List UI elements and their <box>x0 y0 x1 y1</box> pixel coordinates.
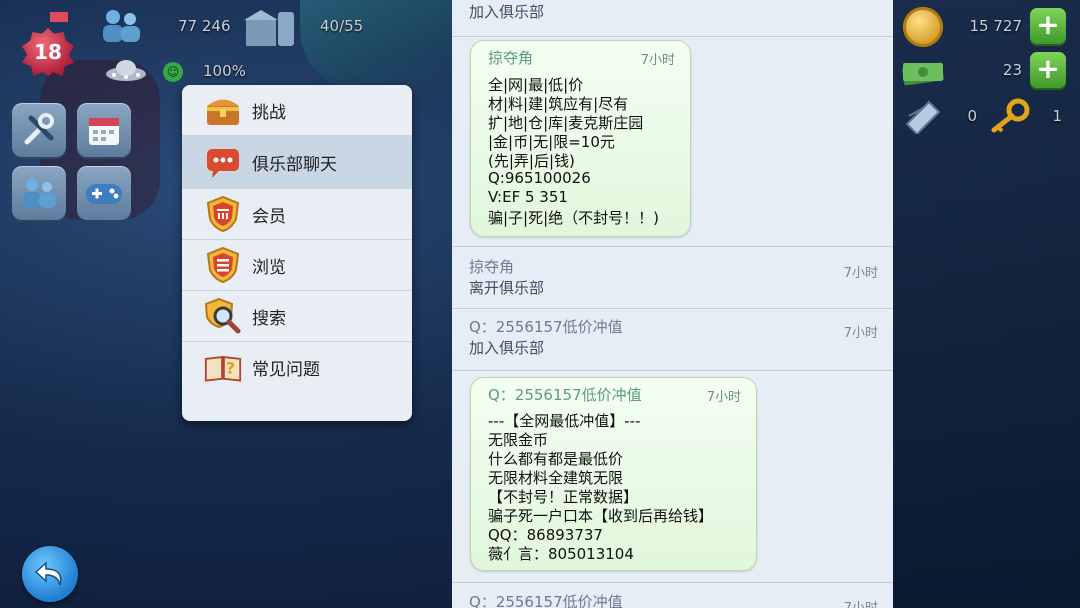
message-line: 无限金币 <box>488 431 549 449</box>
message-line: QQ：86893737 <box>488 526 603 544</box>
menu-item-search[interactable]: 搜索 <box>182 291 412 342</box>
chat-bubble: Q：2556157低价冲值 7小时 ---【全网最低冲值】--- 无限金币 什么… <box>470 377 757 571</box>
happiness-icon: ☺ <box>163 62 183 82</box>
storage-value: 40/55 <box>320 17 364 35</box>
key-icon <box>991 98 1030 133</box>
message-line: V:EF 5 351 <box>488 188 568 206</box>
ufo-icon <box>106 60 146 81</box>
svg-text:?: ? <box>226 358 235 377</box>
browse-shield-icon <box>204 246 242 284</box>
population-value: 77 246 <box>178 17 231 35</box>
message-line: 骗|子|死|绝（不封号！！) <box>488 209 660 227</box>
wrench-icon <box>24 113 54 145</box>
message-time: 7小时 <box>843 326 878 341</box>
menu-item-label: 会员 <box>252 206 286 227</box>
faq-book-icon: ? <box>204 348 242 386</box>
message-line: 无限材料全建筑无限 <box>488 469 624 487</box>
back-button[interactable] <box>22 546 78 602</box>
message-line: 什么都有都是最低价 <box>488 450 624 468</box>
menu-item-faq[interactable]: ? 常见问题 <box>182 342 412 392</box>
population-icon <box>103 10 140 42</box>
coins-value: 15 727 <box>969 17 1023 35</box>
happiness-value: 100% <box>203 62 246 80</box>
message-line: |金|币|无|限=10元 <box>488 133 615 151</box>
level-value: 18 <box>34 40 62 64</box>
chat-bubble: 掠夺角 7小时 全|网|最|低|价 材|料|建|筑应有|尽有 扩|地|仓|库|麦… <box>470 40 691 237</box>
message-line: Q:965100026 <box>488 169 591 187</box>
sender-name: Q：2556157低价冲值 <box>469 593 623 608</box>
system-message: 加入俱乐部 <box>469 3 545 21</box>
treasure-chest-icon <box>204 91 242 129</box>
keys-value: 1 <box>1052 107 1062 125</box>
calendar-button[interactable] <box>77 103 131 157</box>
chat-panel[interactable]: 加入俱乐部 掠夺角 7小时 全|网|最|低|价 材|料|建|筑应有|尽有 扩|地… <box>452 0 893 608</box>
chat-bubble-icon <box>204 143 242 181</box>
message-line: ---【全网最低冲值】--- <box>488 412 641 430</box>
chat-system-row: Q：2556157低价冲值 7小时 <box>452 582 893 608</box>
friends-icon <box>23 179 56 208</box>
member-shield-icon <box>204 195 242 233</box>
message-line: 扩|地|仓|库|麦克斯庄园 <box>488 114 644 132</box>
message-line: (先|弄|后|钱) <box>488 152 575 170</box>
chat-system-row: 掠夺角 7小时 离开俱乐部 <box>452 246 893 309</box>
menu-item-challenge[interactable]: 挑战 <box>182 85 412 136</box>
message-line: 薇亻言：805013104 <box>488 545 634 563</box>
search-icon <box>204 297 242 335</box>
storage-icon <box>244 10 294 46</box>
tickets-value: 0 <box>967 107 977 125</box>
message-time: 7小时 <box>844 597 878 608</box>
message-time: 7小时 <box>843 266 878 281</box>
message-line: 【不封号！正常数据】 <box>488 488 639 506</box>
calendar-icon <box>89 118 119 145</box>
city-background <box>300 0 460 90</box>
message-line: 骗子死一户口本【收到后再给钱】 <box>488 507 714 525</box>
message-time: 7小时 <box>706 390 741 405</box>
coin-icon <box>903 7 943 47</box>
tools-button[interactable] <box>12 103 66 157</box>
right-background <box>893 0 1080 608</box>
message-line: 材|料|建|筑应有|尽有 <box>488 95 629 113</box>
sender-name: 掠夺角 <box>469 258 515 276</box>
sender-name: 掠夺角 <box>488 49 534 67</box>
chat-system-row: Q：2556157低价冲值 7小时 加入俱乐部 <box>452 308 893 371</box>
flag-icon <box>50 12 68 22</box>
gamepad-icon <box>86 184 122 204</box>
message-time: 7小时 <box>640 53 675 68</box>
friends-button[interactable] <box>12 166 66 220</box>
message-line: 全|网|最|低|价 <box>488 76 584 94</box>
cash-icon <box>902 62 944 86</box>
chat-system-row: 加入俱乐部 <box>452 0 893 37</box>
game-button[interactable] <box>77 166 131 220</box>
menu-item-members[interactable]: 会员 <box>182 189 412 240</box>
ticket-icon <box>905 100 941 134</box>
menu-item-label: 常见问题 <box>252 359 320 380</box>
menu-item-label: 搜索 <box>252 308 286 329</box>
club-menu: 挑战 俱乐部聊天 会员 浏览 搜索 ? 常见问题 <box>182 85 412 421</box>
system-message: 离开俱乐部 <box>469 279 545 297</box>
sender-name: Q：2556157低价冲值 <box>488 386 642 404</box>
add-cash-button[interactable]: + <box>1030 52 1066 88</box>
menu-item-club-chat[interactable]: 俱乐部聊天 <box>182 136 412 189</box>
cash-value: 23 <box>1002 61 1022 79</box>
menu-item-browse[interactable]: 浏览 <box>182 240 412 291</box>
back-arrow-icon <box>34 561 62 586</box>
menu-item-label: 挑战 <box>252 102 286 123</box>
menu-item-label: 浏览 <box>252 257 286 278</box>
sender-name: Q：2556157低价冲值 <box>469 318 623 336</box>
system-message: 加入俱乐部 <box>469 339 545 357</box>
menu-item-label: 俱乐部聊天 <box>252 154 337 175</box>
add-coins-button[interactable]: + <box>1030 8 1066 44</box>
